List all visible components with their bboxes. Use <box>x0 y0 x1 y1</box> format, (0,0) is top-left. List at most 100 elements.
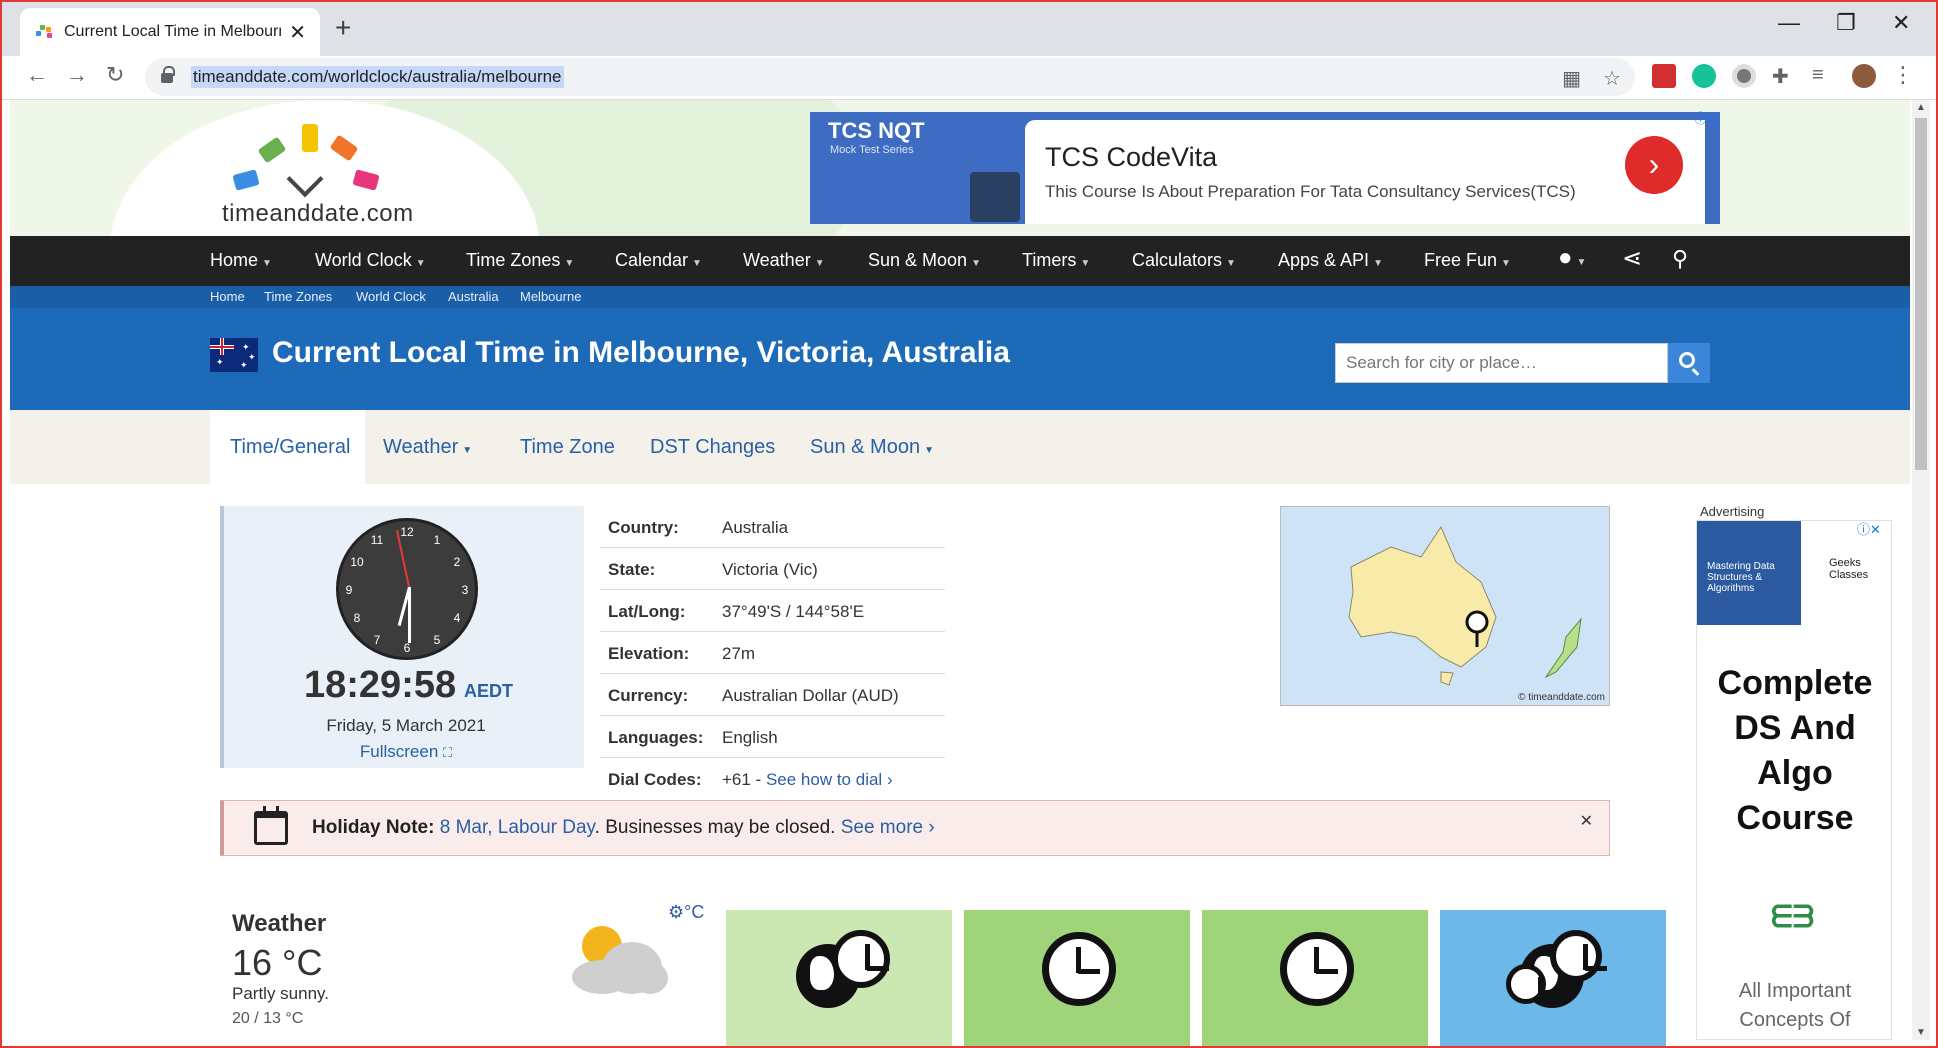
breadcrumb-time-zones[interactable]: Time Zones <box>264 289 332 304</box>
tile-dst-end[interactable] <box>1202 910 1428 1048</box>
nav-time-zones[interactable]: Time Zones ▼ <box>466 250 574 271</box>
forward-icon[interactable]: → <box>66 62 88 88</box>
breadcrumb-melbourne[interactable]: Melbourne <box>520 289 581 304</box>
current-date: Friday, 5 March 2021 <box>326 716 486 735</box>
main-nav: Home ▼ World Clock ▼ Time Zones ▼ Calendar ▼… <box>10 236 1910 286</box>
analog-clock: 12 1 2 3 4 5 6 7 8 9 10 11 <box>336 518 478 660</box>
info-row-state: State: Victoria (Vic) <box>600 548 945 590</box>
tab-time-general[interactable]: Time/General <box>230 436 350 459</box>
adchoices-icon[interactable]: ⓘ✕ <box>1694 108 1718 127</box>
chevron-right-icon: › <box>886 770 893 789</box>
ad-person-image <box>970 172 1020 222</box>
close-icon[interactable]: ✕ <box>1580 811 1593 831</box>
breadcrumb-world-clock[interactable]: World Clock <box>356 289 426 304</box>
side-ad-sub: All Important Concepts Of <box>1738 980 1852 1031</box>
media-queue-icon[interactable]: ≡ <box>1812 64 1836 88</box>
see-more-link[interactable]: See more <box>841 817 923 838</box>
puzzle-extensions-icon[interactable]: ✚ <box>1772 64 1796 88</box>
chevron-down-icon: ▼ <box>971 258 981 269</box>
unit-settings[interactable]: ⚙°C <box>668 902 704 923</box>
timezone-abbr[interactable]: AEDT <box>464 681 513 702</box>
reload-icon[interactable]: ↻ <box>106 62 124 88</box>
city-search-input[interactable] <box>1335 343 1668 383</box>
clock-icon <box>1268 930 1362 1010</box>
info-row-country: Country: Australia <box>600 506 945 548</box>
side-ad-brand: Geeks Classes <box>1829 557 1869 581</box>
side-ad[interactable]: Mastering Data Structures & Algorithms G… <box>1696 520 1892 1040</box>
page-scrollbar[interactable]: ▲ ▼ <box>1912 100 1930 1040</box>
globe-clock-icon <box>792 930 890 1010</box>
nav-world-clock[interactable]: World Clock ▼ <box>315 250 426 271</box>
scrollbar-thumb[interactable] <box>1915 118 1927 470</box>
tab-close-icon[interactable]: ✕ <box>289 20 306 45</box>
nav-weather[interactable]: Weather ▼ <box>743 250 825 271</box>
site-header: timeanddate.com TCS NQT Mock Test Series… <box>10 100 1910 236</box>
info-row-currency: Currency: Australian Dollar (AUD) <box>600 674 945 716</box>
chevron-down-icon: ▼ <box>924 445 934 456</box>
fullscreen-link[interactable]: Fullscreen ⛶ <box>224 742 588 762</box>
weather-title: Weather <box>232 910 327 937</box>
ad-text: This Course Is About Preparation For Tat… <box>1045 182 1576 201</box>
breadcrumb: Home Time Zones World Clock Australia Me… <box>10 286 1910 308</box>
ad-brand: TCS NQT <box>828 118 925 143</box>
tab-dst-changes[interactable]: DST Changes <box>650 436 775 459</box>
tab-time-zone[interactable]: Time Zone <box>520 436 615 459</box>
pdf-extension-icon[interactable] <box>1652 64 1676 88</box>
lock-icon <box>161 66 175 83</box>
gear-icon: ⚙ <box>668 902 685 922</box>
nav-calendar[interactable]: Calendar ▼ <box>615 250 702 271</box>
weather-desc: Partly sunny. <box>232 984 330 1003</box>
maximize-icon[interactable]: ❐ <box>1836 10 1856 36</box>
bookmark-star-icon[interactable]: ☆ <box>1603 66 1621 91</box>
adchoices-icon[interactable]: ⓘ✕ <box>1857 519 1881 538</box>
location-map[interactable]: © timeanddate.com <box>1280 506 1610 706</box>
search-button[interactable] <box>1668 343 1710 383</box>
share-icon[interactable]: ⋖ <box>1622 244 1642 273</box>
city-search-field[interactable] <box>1336 344 1667 382</box>
nav-home[interactable]: Home ▼ <box>210 250 272 271</box>
site-favicon-icon <box>34 23 52 41</box>
close-window-icon[interactable]: ✕ <box>1892 10 1910 36</box>
tile-dst-begin[interactable] <box>964 910 1190 1048</box>
nav-apps-api[interactable]: Apps & API ▼ <box>1278 250 1383 271</box>
info-row-elevation: Elevation: 27m <box>600 632 945 674</box>
extension-icon[interactable] <box>1732 64 1756 88</box>
search-icon <box>1679 352 1695 368</box>
tab-strip: Current Local Time in Melbourne ✕ + — ❐ … <box>0 0 1938 56</box>
browser-tab[interactable]: Current Local Time in Melbourne ✕ <box>20 8 320 56</box>
tab-sun-moon[interactable]: Sun & Moon ▼ <box>810 436 934 459</box>
nav-free-fun[interactable]: Free Fun ▼ <box>1424 250 1511 271</box>
new-tab-icon[interactable]: + <box>335 12 351 44</box>
minimize-icon[interactable]: — <box>1778 10 1800 36</box>
ad-card[interactable]: TCS CodeVita This Course Is About Prepar… <box>1025 120 1705 224</box>
chevron-down-icon: ▼ <box>1226 258 1236 269</box>
breadcrumb-australia[interactable]: Australia <box>448 289 499 304</box>
back-icon[interactable]: ← <box>26 62 48 88</box>
weather-temp: 16 °C <box>232 942 323 983</box>
nav-timers[interactable]: Timers ▼ <box>1022 250 1090 271</box>
tile-difference[interactable] <box>1440 910 1666 1048</box>
qr-code-icon[interactable]: ▦ <box>1562 66 1581 91</box>
nav-calculators[interactable]: Calculators ▼ <box>1132 250 1236 271</box>
tile-time-zones[interactable] <box>726 910 952 1048</box>
tab-weather[interactable]: Weather ▼ <box>383 436 472 459</box>
address-bar[interactable]: timeanddate.com/worldclock/australia/mel… <box>145 58 1635 96</box>
banner-ad[interactable]: TCS NQT Mock Test Series TCS CodeVita Th… <box>810 112 1720 224</box>
scroll-down-icon: ▼ <box>1916 1027 1926 1038</box>
profile-avatar[interactable] <box>1852 64 1876 88</box>
user-account-icon[interactable]: ● ▼ <box>1558 244 1586 272</box>
search-icon[interactable]: ⚲ <box>1672 246 1688 272</box>
title-bar: ✦ ✦ ✦ ✦ Current Local Time in Melbourne,… <box>10 308 1910 410</box>
side-ad-banner: Mastering Data Structures & Algorithms <box>1697 521 1801 625</box>
grammarly-extension-icon[interactable] <box>1692 64 1716 88</box>
menu-kebab-icon[interactable]: ⋮ <box>1892 64 1916 88</box>
minute-hand <box>408 587 411 643</box>
ad-arrow-icon[interactable]: › <box>1625 136 1683 194</box>
breadcrumb-home[interactable]: Home <box>210 289 245 304</box>
nav-sun-moon[interactable]: Sun & Moon ▼ <box>868 250 981 271</box>
weather-range: 20 / 13 °C <box>232 1010 304 1027</box>
holiday-link[interactable]: 8 Mar, Labour Day <box>440 817 595 838</box>
url-text[interactable]: timeanddate.com/worldclock/australia/mel… <box>191 66 564 88</box>
chevron-down-icon: ▼ <box>262 258 272 269</box>
see-how-to-dial-link[interactable]: See how to dial <box>766 770 882 789</box>
